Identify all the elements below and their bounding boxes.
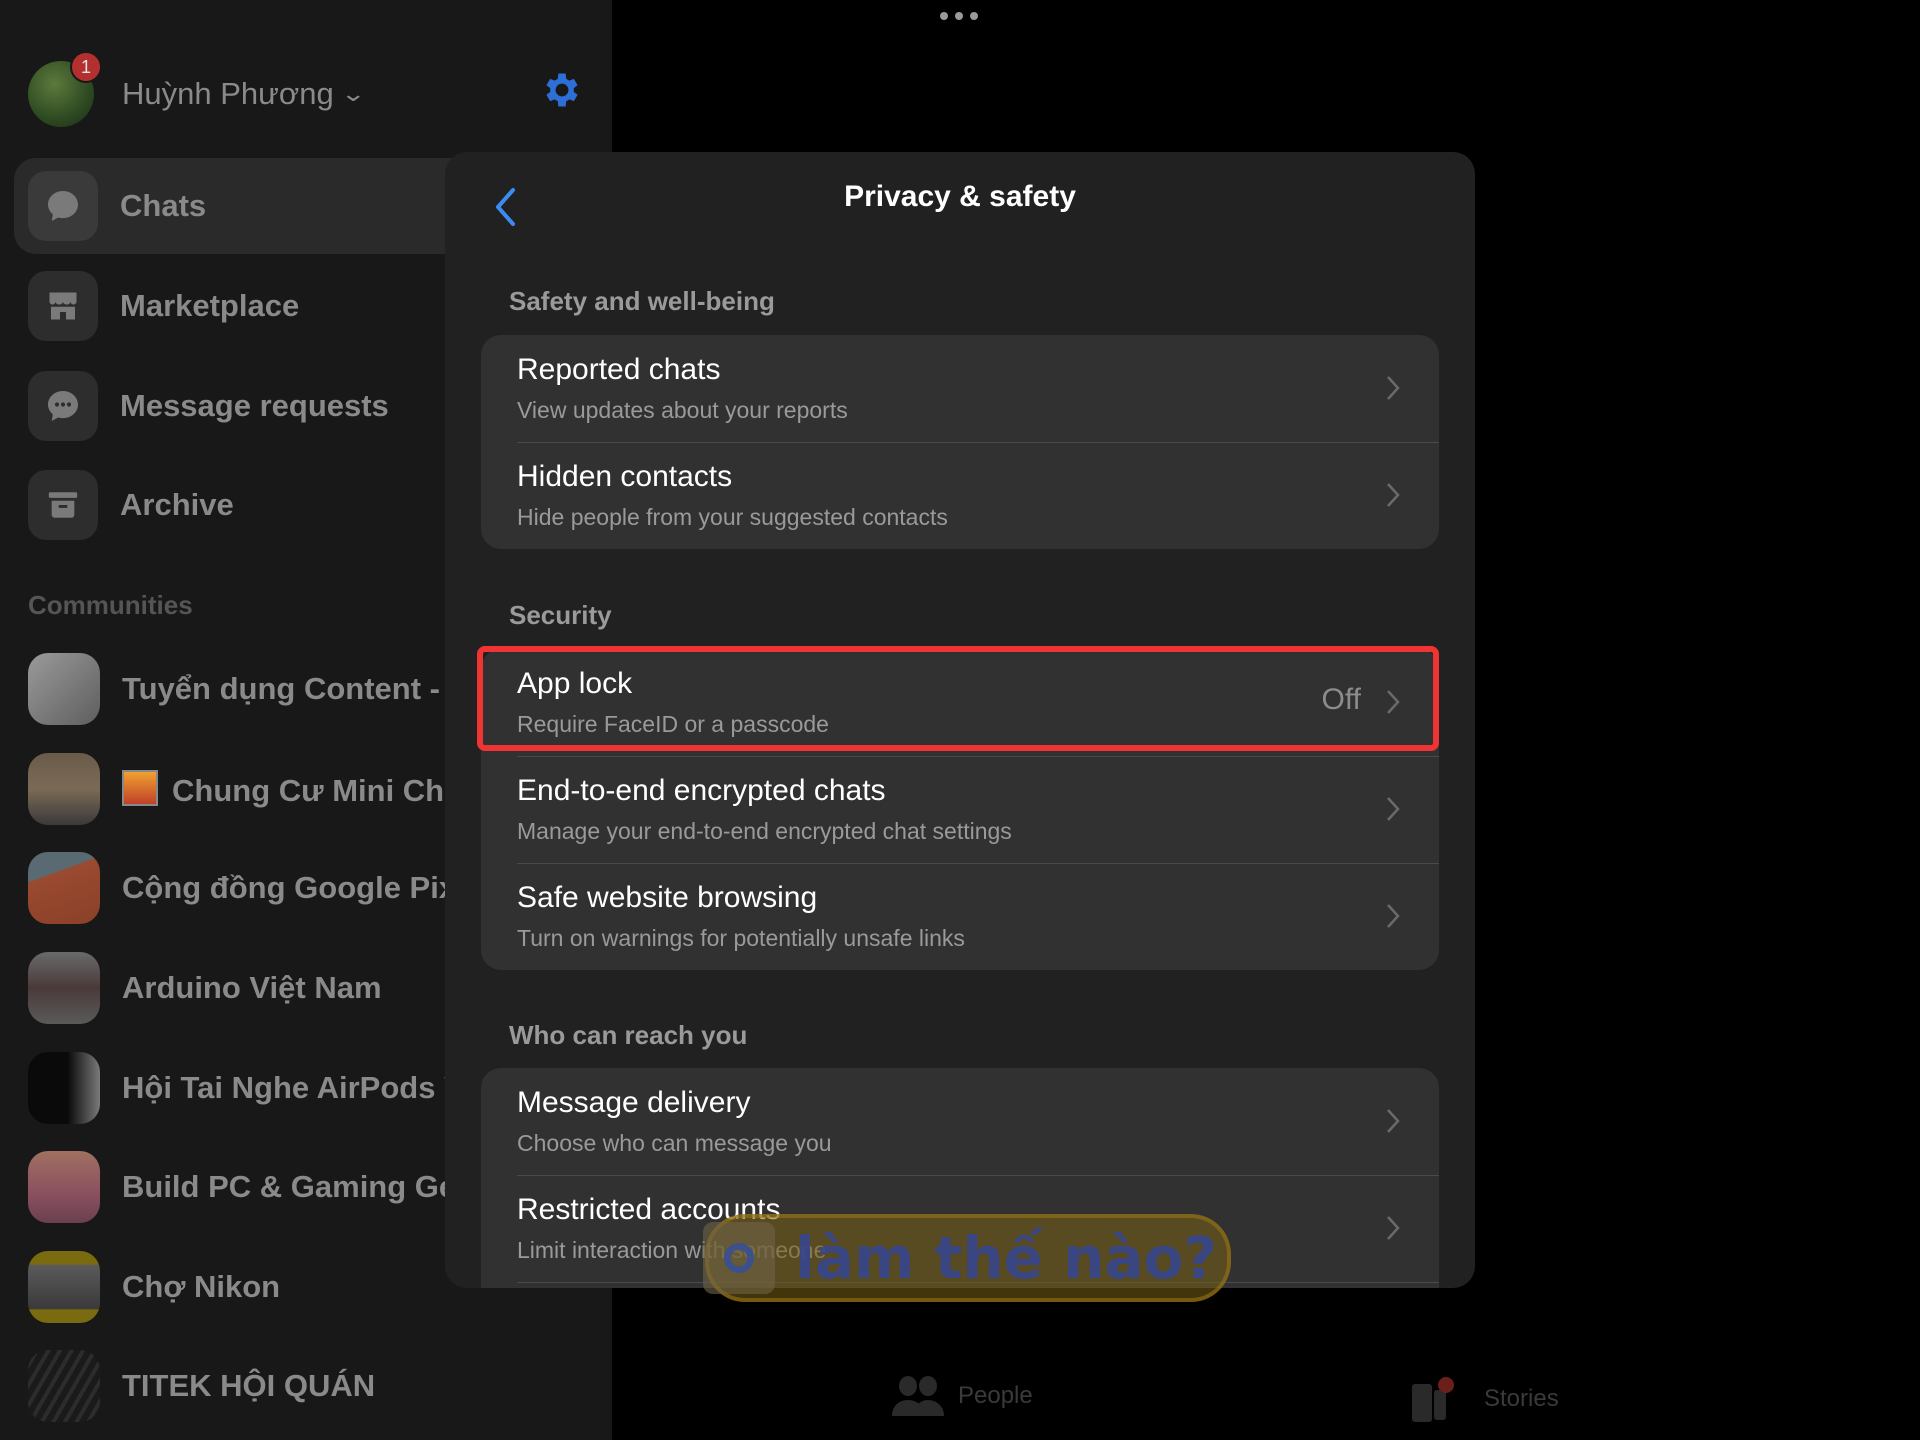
stories-icon	[1412, 1377, 1454, 1422]
community-name: Tuyển dụng Content - C	[122, 671, 471, 706]
notification-badge: 1	[70, 51, 102, 83]
row-subtitle: Manage your end-to-end encrypted chat se…	[517, 818, 1012, 844]
multitasking-dots-icon[interactable]	[940, 12, 978, 20]
watermark-badge: làm thế nào?	[703, 1214, 1231, 1302]
community-thumbnail	[28, 753, 100, 825]
communities-heading: Communities	[28, 590, 193, 620]
chevron-right-icon	[1387, 1216, 1400, 1240]
watermark-text: làm thế nào?	[795, 1224, 1218, 1292]
row-title: Safe website browsing	[517, 881, 818, 914]
community-name: Chung Cư Mini Cho	[172, 772, 464, 808]
settings-group-safety: Reported chats View updates about your r…	[481, 335, 1439, 549]
city-emoji-icon	[122, 769, 158, 806]
community-name-wrap: Chung Cư Mini Cho	[122, 769, 464, 809]
storefront-icon	[28, 271, 98, 341]
row-message-delivery[interactable]: Message delivery Choose who can message …	[481, 1068, 1439, 1175]
community-name: Arduino Việt Nam	[122, 970, 382, 1005]
chevron-right-icon	[1387, 690, 1400, 714]
tab-people[interactable]: People	[892, 1376, 1033, 1416]
tab-stories[interactable]: Stories	[1412, 1376, 1559, 1422]
chevron-right-icon	[1387, 483, 1400, 507]
row-reported-chats[interactable]: Reported chats View updates about your r…	[481, 335, 1439, 442]
community-thumbnail	[28, 1151, 100, 1223]
chevron-right-icon	[1387, 376, 1400, 400]
privacy-safety-modal: Privacy & safety Safety and well-being R…	[445, 152, 1475, 1288]
community-name: Chợ Nikon	[122, 1269, 281, 1304]
gear-icon[interactable]	[540, 68, 584, 112]
community-name: Cộng đồng Google Pixe	[122, 870, 474, 905]
row-e2ee-chats[interactable]: End-to-end encrypted chats Manage your e…	[481, 756, 1439, 863]
row-title: Message delivery	[517, 1086, 751, 1119]
row-subtitle: Choose who can message you	[517, 1130, 832, 1156]
page-title: Privacy & safety	[844, 180, 1076, 213]
row-app-lock[interactable]: App lock Require FaceID or a passcode Of…	[481, 649, 1439, 756]
chevron-right-icon	[1387, 797, 1400, 821]
community-name: TITEK HỘI QUÁN	[122, 1368, 376, 1403]
chevron-right-icon	[1387, 904, 1400, 928]
community-thumbnail	[28, 1251, 100, 1323]
row-title: Reported chats	[517, 353, 721, 386]
sidebar-item-label: Message requests	[120, 388, 389, 423]
tab-label: People	[958, 1382, 1033, 1409]
avatar[interactable]: 1	[28, 51, 102, 127]
row-hidden-contacts[interactable]: Hidden contacts Hide people from your su…	[481, 442, 1439, 549]
message-requests-icon	[28, 371, 98, 441]
section-label-safety: Safety and well-being	[509, 286, 775, 316]
row-subtitle: Require FaceID or a passcode	[517, 711, 829, 737]
community-thumbnail	[28, 653, 100, 725]
sidebar-item-label: Marketplace	[120, 288, 300, 323]
watermark-gear-icon	[703, 1222, 775, 1294]
section-label-reach: Who can reach you	[509, 1020, 748, 1050]
profile-name: Huỳnh Phương	[122, 76, 334, 111]
row-title: Hidden contacts	[517, 460, 733, 493]
section-label-security: Security	[509, 600, 612, 630]
row-subtitle: View updates about your reports	[517, 397, 848, 423]
row-title: End-to-end encrypted chats	[517, 774, 886, 807]
profile-switcher[interactable]: 1 Huỳnh Phương ⌄	[28, 51, 366, 132]
row-title: App lock	[517, 667, 633, 700]
row-subtitle: Turn on warnings for potentially unsafe …	[517, 925, 965, 951]
chevron-right-icon	[1387, 1109, 1400, 1133]
community-thumbnail	[28, 852, 100, 924]
sidebar-item-label: Chats	[120, 188, 207, 223]
community-thumbnail	[28, 1052, 100, 1124]
people-icon	[892, 1376, 944, 1416]
settings-group-security: App lock Require FaceID or a passcode Of…	[481, 649, 1439, 970]
community-name: Build PC & Gaming Gea	[122, 1169, 474, 1204]
row-subtitle: Hide people from your suggested contacts	[517, 504, 948, 530]
tab-label: Stories	[1484, 1385, 1559, 1412]
row-safe-browsing[interactable]: Safe website browsing Turn on warnings f…	[481, 863, 1439, 970]
sidebar-item-label: Archive	[120, 487, 234, 522]
community-item[interactable]: TITEK HỘI QUÁN	[28, 1350, 608, 1422]
chevron-down-icon: ⌄	[340, 81, 366, 106]
community-name: Hội Tai Nghe AirPods V	[122, 1070, 465, 1105]
community-thumbnail	[28, 1350, 100, 1422]
community-thumbnail	[28, 952, 100, 1024]
app-lock-status: Off	[1321, 683, 1361, 716]
archive-box-icon	[28, 470, 98, 540]
chat-bubble-icon	[28, 171, 98, 241]
